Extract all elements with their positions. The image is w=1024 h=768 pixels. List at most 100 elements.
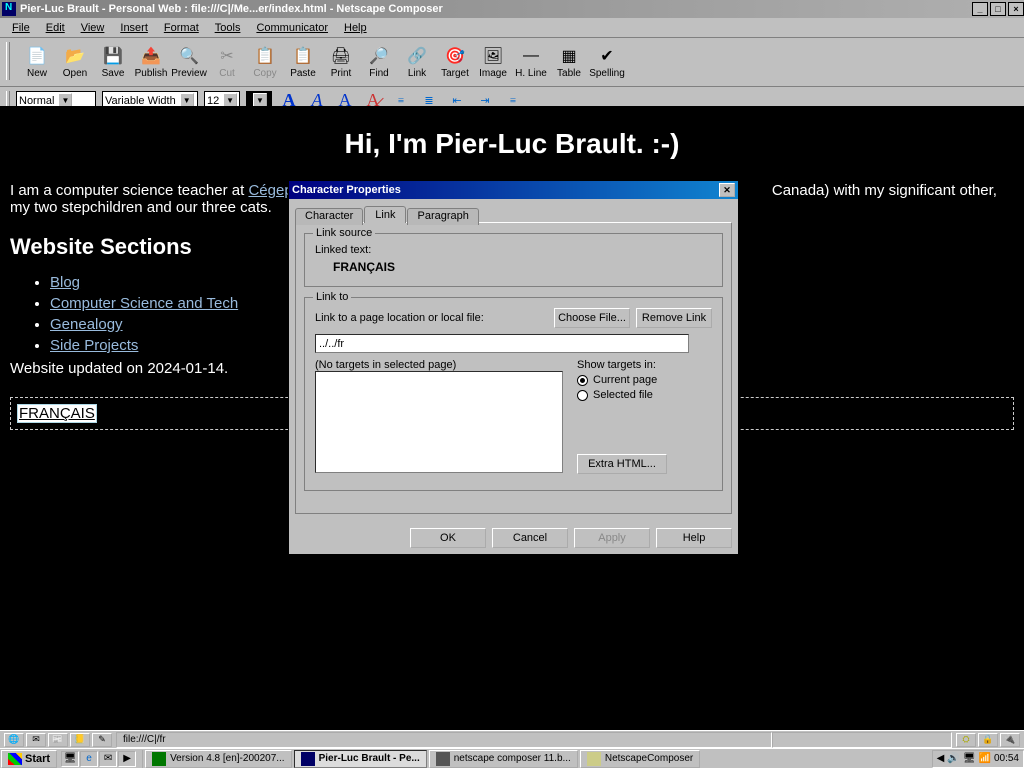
tray-volume-icon[interactable]: 🔊 bbox=[947, 753, 959, 764]
app-icon bbox=[301, 752, 315, 766]
app-icon bbox=[587, 752, 601, 766]
nav-icon[interactable]: 🌐 bbox=[4, 733, 24, 747]
tab-character[interactable]: Character bbox=[295, 208, 363, 225]
taskbar: Start 🖥 e ✉ ▶ Version 4.8 [en]-200207...… bbox=[0, 748, 1024, 768]
tray-network-icon[interactable]: 📶 bbox=[979, 753, 991, 764]
news-icon[interactable]: 📰 bbox=[48, 733, 68, 747]
section-link[interactable]: Blog bbox=[50, 274, 80, 291]
targets-listbox[interactable] bbox=[315, 371, 563, 473]
section-link[interactable]: Side Projects bbox=[50, 337, 138, 354]
cut-icon: ✂ bbox=[217, 46, 237, 66]
spelling-icon: ✔ bbox=[597, 46, 617, 66]
dialog-button-row: OK Cancel Apply Help bbox=[289, 520, 738, 554]
show-targets-label: Show targets in: bbox=[577, 359, 667, 371]
tool-new[interactable]: 📄New bbox=[20, 42, 54, 82]
system-tray[interactable]: ◀ 🔊 🖥 📶 00:54 bbox=[932, 750, 1024, 768]
radio-current-page[interactable]: Current page bbox=[577, 374, 667, 386]
tool-cut[interactable]: ✂Cut bbox=[210, 42, 244, 82]
tool-preview[interactable]: 🔍Preview bbox=[172, 42, 206, 82]
ql-media-icon[interactable]: ▶ bbox=[118, 751, 136, 767]
remove-link-button[interactable]: Remove Link bbox=[636, 308, 712, 328]
maximize-button[interactable]: □ bbox=[990, 2, 1006, 16]
app-icon bbox=[152, 752, 166, 766]
tool-table[interactable]: ▦Table bbox=[552, 42, 586, 82]
cancel-button[interactable]: Cancel bbox=[492, 528, 568, 548]
tab-link[interactable]: Link bbox=[364, 206, 406, 223]
apply-button[interactable]: Apply bbox=[574, 528, 650, 548]
tool-save[interactable]: 💾Save bbox=[96, 42, 130, 82]
tool-image[interactable]: 🖼Image bbox=[476, 42, 510, 82]
window-titlebar: Pier-Luc Brault - Personal Web : file://… bbox=[0, 0, 1024, 18]
minimize-button[interactable]: _ bbox=[972, 2, 988, 16]
extra-html-button[interactable]: Extra HTML... bbox=[577, 454, 667, 474]
linked-text-label: Linked text: bbox=[315, 244, 712, 256]
radio-selected-file[interactable]: Selected file bbox=[577, 389, 667, 401]
tool-copy[interactable]: 📋Copy bbox=[248, 42, 282, 82]
tray-display-icon[interactable]: 🖥 bbox=[963, 753, 976, 764]
link-desc-label: Link to a page location or local file: bbox=[315, 312, 484, 324]
menu-tools[interactable]: Tools bbox=[207, 20, 249, 36]
ql-desktop-icon[interactable]: 🖥 bbox=[61, 751, 79, 767]
toolbar-grip[interactable] bbox=[6, 42, 10, 80]
page-heading: Hi, I'm Pier-Luc Brault. :-) bbox=[10, 128, 1014, 160]
address-icon[interactable]: 📒 bbox=[70, 733, 90, 747]
close-button[interactable]: × bbox=[1008, 2, 1024, 16]
link-source-legend: Link source bbox=[313, 227, 375, 239]
taskbar-item[interactable]: NetscapeComposer bbox=[580, 750, 700, 768]
main-toolbar: 📄New📂Open💾Save📤Publish🔍Preview✂Cut📋Copy📋… bbox=[0, 38, 1024, 87]
h. line-icon: — bbox=[521, 46, 541, 66]
mail-icon[interactable]: ✉ bbox=[26, 733, 46, 747]
ql-outlook-icon[interactable]: ✉ bbox=[99, 751, 117, 767]
start-button[interactable]: Start bbox=[1, 750, 57, 768]
tray-icon[interactable]: ◀ bbox=[937, 753, 945, 764]
open-icon: 📂 bbox=[65, 46, 85, 66]
section-link[interactable]: Computer Science and Tech bbox=[50, 295, 238, 312]
help-button[interactable]: Help bbox=[656, 528, 732, 548]
menu-help[interactable]: Help bbox=[336, 20, 375, 36]
tool-link[interactable]: 🔗Link bbox=[400, 42, 434, 82]
online-icon[interactable]: 🔌 bbox=[1000, 733, 1020, 747]
taskbar-item[interactable]: Version 4.8 [en]-200207... bbox=[145, 750, 292, 768]
ok-button[interactable]: OK bbox=[410, 528, 486, 548]
app-icon bbox=[436, 752, 450, 766]
menu-communicator[interactable]: Communicator bbox=[248, 20, 336, 36]
taskbar-item[interactable]: Pier-Luc Brault - Pe... bbox=[294, 750, 427, 768]
tool-open[interactable]: 📂Open bbox=[58, 42, 92, 82]
menu-view[interactable]: View bbox=[73, 20, 113, 36]
tab-paragraph[interactable]: Paragraph bbox=[407, 208, 478, 225]
link-to-group: Link to Link to a page location or local… bbox=[304, 297, 723, 491]
tool-publish[interactable]: 📤Publish bbox=[134, 42, 168, 82]
tool-spelling[interactable]: ✔Spelling bbox=[590, 42, 624, 82]
status-bar: 🌐 ✉ 📰 📒 ✎ file:///C|/fr ⛭ 🔒 🔌 bbox=[0, 730, 1024, 748]
url-input[interactable] bbox=[315, 334, 689, 353]
menu-edit[interactable]: Edit bbox=[38, 20, 73, 36]
menu-bar: FileEditViewInsertFormatToolsCommunicato… bbox=[0, 18, 1024, 38]
selected-text[interactable]: FRANÇAIS bbox=[17, 404, 97, 423]
preview-icon: 🔍 bbox=[179, 46, 199, 66]
copy-icon: 📋 bbox=[255, 46, 275, 66]
tab-panel-link: Link source Linked text: FRANÇAIS Link t… bbox=[295, 222, 732, 514]
ship-icon[interactable]: ⛭ bbox=[956, 733, 976, 747]
choose-file-button[interactable]: Choose File... bbox=[554, 308, 630, 328]
tool-find[interactable]: 🔎Find bbox=[362, 42, 396, 82]
linked-text-value: FRANÇAIS bbox=[333, 260, 712, 274]
image-icon: 🖼 bbox=[483, 46, 503, 66]
tool-hline[interactable]: —H. Line bbox=[514, 42, 548, 82]
menu-insert[interactable]: Insert bbox=[112, 20, 156, 36]
taskbar-item[interactable]: netscape composer 11.b... bbox=[429, 750, 578, 768]
menu-file[interactable]: File bbox=[4, 20, 38, 36]
find-icon: 🔎 bbox=[369, 46, 389, 66]
window-title: Pier-Luc Brault - Personal Web : file://… bbox=[20, 3, 443, 15]
section-link[interactable]: Genealogy bbox=[50, 316, 123, 333]
composer-icon[interactable]: ✎ bbox=[92, 733, 112, 747]
quick-launch: 🖥 e ✉ ▶ bbox=[61, 751, 136, 767]
tool-paste[interactable]: 📋Paste bbox=[286, 42, 320, 82]
menu-format[interactable]: Format bbox=[156, 20, 207, 36]
dialog-titlebar[interactable]: Character Properties ✕ bbox=[289, 181, 738, 199]
security-icon[interactable]: 🔒 bbox=[978, 733, 998, 747]
tool-print[interactable]: 🖨Print bbox=[324, 42, 358, 82]
status-text: file:///C|/fr bbox=[116, 732, 772, 748]
ql-ie-icon[interactable]: e bbox=[80, 751, 98, 767]
tool-target[interactable]: 🎯Target bbox=[438, 42, 472, 82]
dialog-close-button[interactable]: ✕ bbox=[719, 183, 735, 197]
